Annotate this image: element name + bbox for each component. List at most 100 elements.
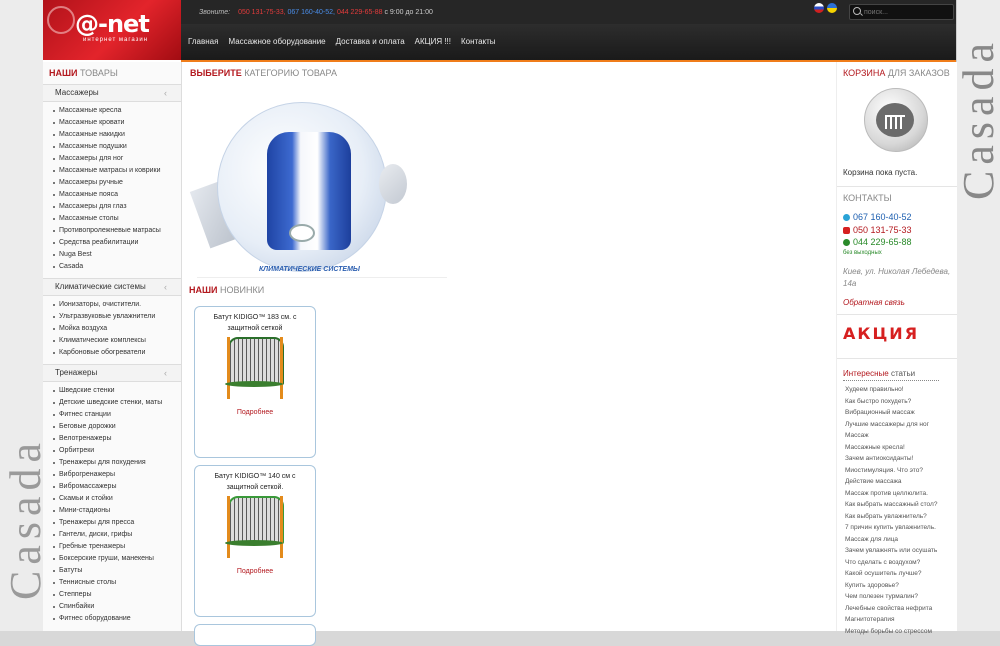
header: @-net интернет магазин Звоните: 050 131-…	[43, 0, 956, 62]
category-item[interactable]: Массажные кресла	[43, 105, 181, 117]
category-item[interactable]: Мини-стадионы	[43, 505, 181, 517]
category-item[interactable]: Тренажеры для похудения	[43, 457, 181, 469]
category-item[interactable]: Casada	[43, 261, 181, 273]
phone-mts[interactable]: 050 131-75-33	[843, 225, 912, 235]
category-item[interactable]: Фитнес станции	[43, 409, 181, 421]
nav-promo[interactable]: АКЦИЯ !!!	[410, 24, 456, 60]
more-link[interactable]: Подробнее	[195, 568, 315, 575]
category-item[interactable]: Массажные подушки	[43, 141, 181, 153]
climate-systems-banner[interactable]: КЛИМАТИЧЕСКИЕ СИСТЕМЫ	[189, 84, 449, 280]
category-item[interactable]: Фитнес оборудование	[43, 613, 181, 625]
category-item[interactable]: Массажные матрасы и коврики	[43, 165, 181, 177]
category-list: Шведские стенки Детские шведские стенки,…	[43, 382, 181, 627]
phone-kyivstar[interactable]: 067 160-40-52	[843, 212, 912, 222]
promo-banner[interactable]: АКЦИЯ	[843, 324, 919, 343]
category-item[interactable]: Ультразвуковые увлажнители	[43, 311, 181, 323]
article-link[interactable]: Купить здоровье?	[845, 580, 937, 592]
category-item[interactable]: Батуты	[43, 565, 181, 577]
trampoline-image[interactable]	[225, 337, 285, 403]
article-link[interactable]: Как выбрать увлажнитель?	[845, 511, 937, 523]
category-item[interactable]: Массажные накидки	[43, 129, 181, 141]
article-link[interactable]: Массажные кресла!	[845, 442, 937, 454]
article-link[interactable]: Лучшие массажеры для ног	[845, 419, 937, 431]
article-link[interactable]: Чем полезен турмалин?	[845, 591, 937, 603]
product-card[interactable]	[194, 624, 316, 646]
article-link[interactable]: Какой осушитель лучше?	[845, 568, 937, 580]
category-item[interactable]: Шведские стенки	[43, 385, 181, 397]
product-title[interactable]: Батут KIDIGO™ 183 см. с защитной сеткой	[201, 312, 309, 334]
article-link[interactable]: Массаж против целлюлита.	[845, 488, 937, 500]
category-item[interactable]: Детские шведские стенки, маты	[43, 397, 181, 409]
phone-city[interactable]: 044 229-65-88	[843, 237, 912, 247]
category-item[interactable]: Массажеры для глаз	[43, 201, 181, 213]
category-item[interactable]: Ионизаторы, очистители.	[43, 299, 181, 311]
shopping-basket-icon[interactable]	[864, 88, 928, 152]
phone-icon	[843, 239, 850, 246]
trampoline-image[interactable]	[225, 496, 285, 562]
nav-home[interactable]: Главная	[183, 24, 224, 62]
category-item[interactable]: Гантели, диски, грифы	[43, 529, 181, 541]
category-item[interactable]: Мойка воздуха	[43, 323, 181, 335]
article-link[interactable]: Как быстро похудеть?	[845, 396, 937, 408]
category-item[interactable]: Массажные пояса	[43, 189, 181, 201]
article-link[interactable]: Что сделать с воздухом?	[845, 557, 937, 569]
nav-contacts[interactable]: Контакты	[456, 24, 501, 60]
category-item[interactable]: Массажные кровати	[43, 117, 181, 129]
article-link[interactable]: Массаж	[845, 430, 937, 442]
category-item[interactable]: Орбитреки	[43, 445, 181, 457]
category-header[interactable]: Климатические системы ‹	[43, 278, 181, 296]
category-header[interactable]: Массажеры ‹	[43, 84, 181, 102]
category-header[interactable]: Тренажеры ‹	[43, 364, 181, 382]
nav-delivery[interactable]: Доставка и оплата	[331, 24, 410, 60]
call-label: Звоните:	[199, 9, 231, 16]
category-item[interactable]: Беговые дорожки	[43, 421, 181, 433]
more-link[interactable]: Подробнее	[195, 409, 315, 416]
work-hours: с 9:00 до 21:00	[384, 9, 433, 16]
category-item[interactable]: Теннисные столы	[43, 577, 181, 589]
category-item[interactable]: Тренажеры для пресса	[43, 517, 181, 529]
ukrainian-flag-icon[interactable]	[827, 3, 837, 13]
category-item[interactable]: Скамьи и стойки	[43, 493, 181, 505]
search-input[interactable]	[864, 6, 948, 18]
nav-massage-equipment[interactable]: Массажное оборудование	[223, 24, 330, 60]
category-item[interactable]: Вибромассажеры	[43, 481, 181, 493]
logo[interactable]: @-net интернет магазин	[43, 0, 181, 60]
right-sidebar: КОРЗИНА ДЛЯ ЗАКАЗОВ Корзина пока пуста. …	[836, 62, 957, 635]
working-days: без выходных	[843, 250, 882, 256]
category-item[interactable]: Виброгренажеры	[43, 469, 181, 481]
category-item[interactable]: Боксерские груши, манекены	[43, 553, 181, 565]
category-item[interactable]: Карбоновые обогреватели	[43, 347, 181, 359]
article-link[interactable]: Действие массажа	[845, 476, 937, 488]
article-link[interactable]: Зачем антиоксиданты!	[845, 453, 937, 465]
category-item[interactable]: Средства реабилитации	[43, 237, 181, 249]
article-link[interactable]: Лечебные свойства нефрита	[845, 603, 937, 615]
article-link[interactable]: Методы борьбы со стрессом	[845, 626, 937, 638]
product-card[interactable]: Батут KIDIGO™ 183 см. с защитной сеткой …	[194, 306, 316, 458]
category-item[interactable]: Велотренажеры	[43, 433, 181, 445]
article-link[interactable]: Худеем правильно!	[845, 384, 937, 396]
article-link[interactable]: Магнитотерапия	[845, 614, 937, 626]
search-icon[interactable]	[853, 7, 861, 15]
category-item[interactable]: Массажеры ручные	[43, 177, 181, 189]
article-link[interactable]: Массаж для лица	[845, 534, 937, 546]
star-icon	[843, 214, 850, 221]
category-item[interactable]: Степперы	[43, 589, 181, 601]
category-item[interactable]: Спинбайки	[43, 601, 181, 613]
category-item[interactable]: Массажные столы	[43, 213, 181, 225]
category-item[interactable]: Массажеры для ног	[43, 153, 181, 165]
category-item[interactable]: Климатические комплексы	[43, 335, 181, 347]
product-card[interactable]: Батут KIDIGO™ 140 см с защитной сеткой. …	[194, 465, 316, 617]
category-item[interactable]: Nuga Best	[43, 249, 181, 261]
category-item[interactable]: Противопролежневые матрасы	[43, 225, 181, 237]
product-title[interactable]: Батут KIDIGO™ 140 см с защитной сеткой.	[201, 471, 309, 493]
products-title: НАШИ ТОВАРЫ	[49, 68, 118, 78]
article-link[interactable]: Как выбрать массажный стол?	[845, 499, 937, 511]
article-link[interactable]: 7 причин купить увлажнитель.	[845, 522, 937, 534]
article-link[interactable]: Зачем увлажнять или осушать	[845, 545, 937, 557]
article-link[interactable]: Вибрационный массаж	[845, 407, 937, 419]
divider	[843, 380, 939, 381]
russian-flag-icon[interactable]	[814, 3, 824, 13]
feedback-link[interactable]: Обратная связь	[843, 298, 905, 307]
category-item[interactable]: Гребные тренажеры	[43, 541, 181, 553]
article-link[interactable]: Миостимуляция. Что это?	[845, 465, 937, 477]
